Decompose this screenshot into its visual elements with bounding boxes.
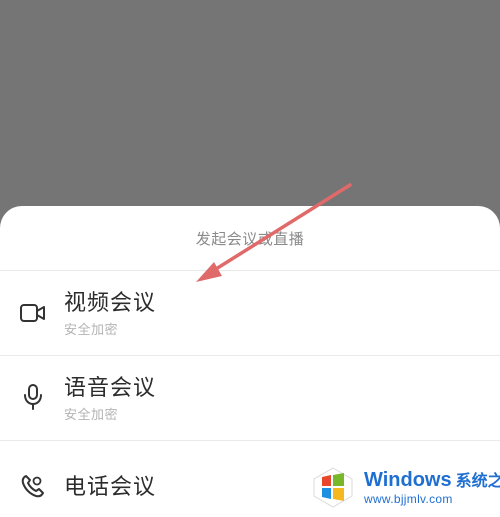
watermark-url: www.bjjmlv.com	[364, 491, 453, 506]
phone-icon	[18, 471, 48, 501]
option-title: 视频会议	[64, 291, 157, 316]
option-title: 语音会议	[64, 376, 157, 401]
option-title: 电话会议	[64, 475, 157, 500]
option-subtitle: 安全加密	[64, 323, 119, 338]
watermark: Windows 系统之家 www.bjjmlv.com	[310, 462, 500, 512]
sheet-title: 发起会议或直播	[195, 229, 305, 248]
windows-logo-icon	[313, 467, 353, 508]
watermark-brand-cn: 系统之家	[455, 470, 500, 490]
option-subtitle: 安全加密	[64, 408, 119, 423]
watermark-brand: Windows	[364, 468, 452, 491]
option-video-meeting[interactable]: 视频会议 安全加密	[0, 271, 500, 355]
microphone-icon	[18, 382, 48, 412]
screen: 发起会议或直播 视频会议 安全加密 语音会议 安全加密 电话会议 Windows…	[0, 0, 500, 517]
video-camera-icon	[18, 298, 48, 328]
option-voice-meeting[interactable]: 语音会议 安全加密	[0, 356, 500, 440]
